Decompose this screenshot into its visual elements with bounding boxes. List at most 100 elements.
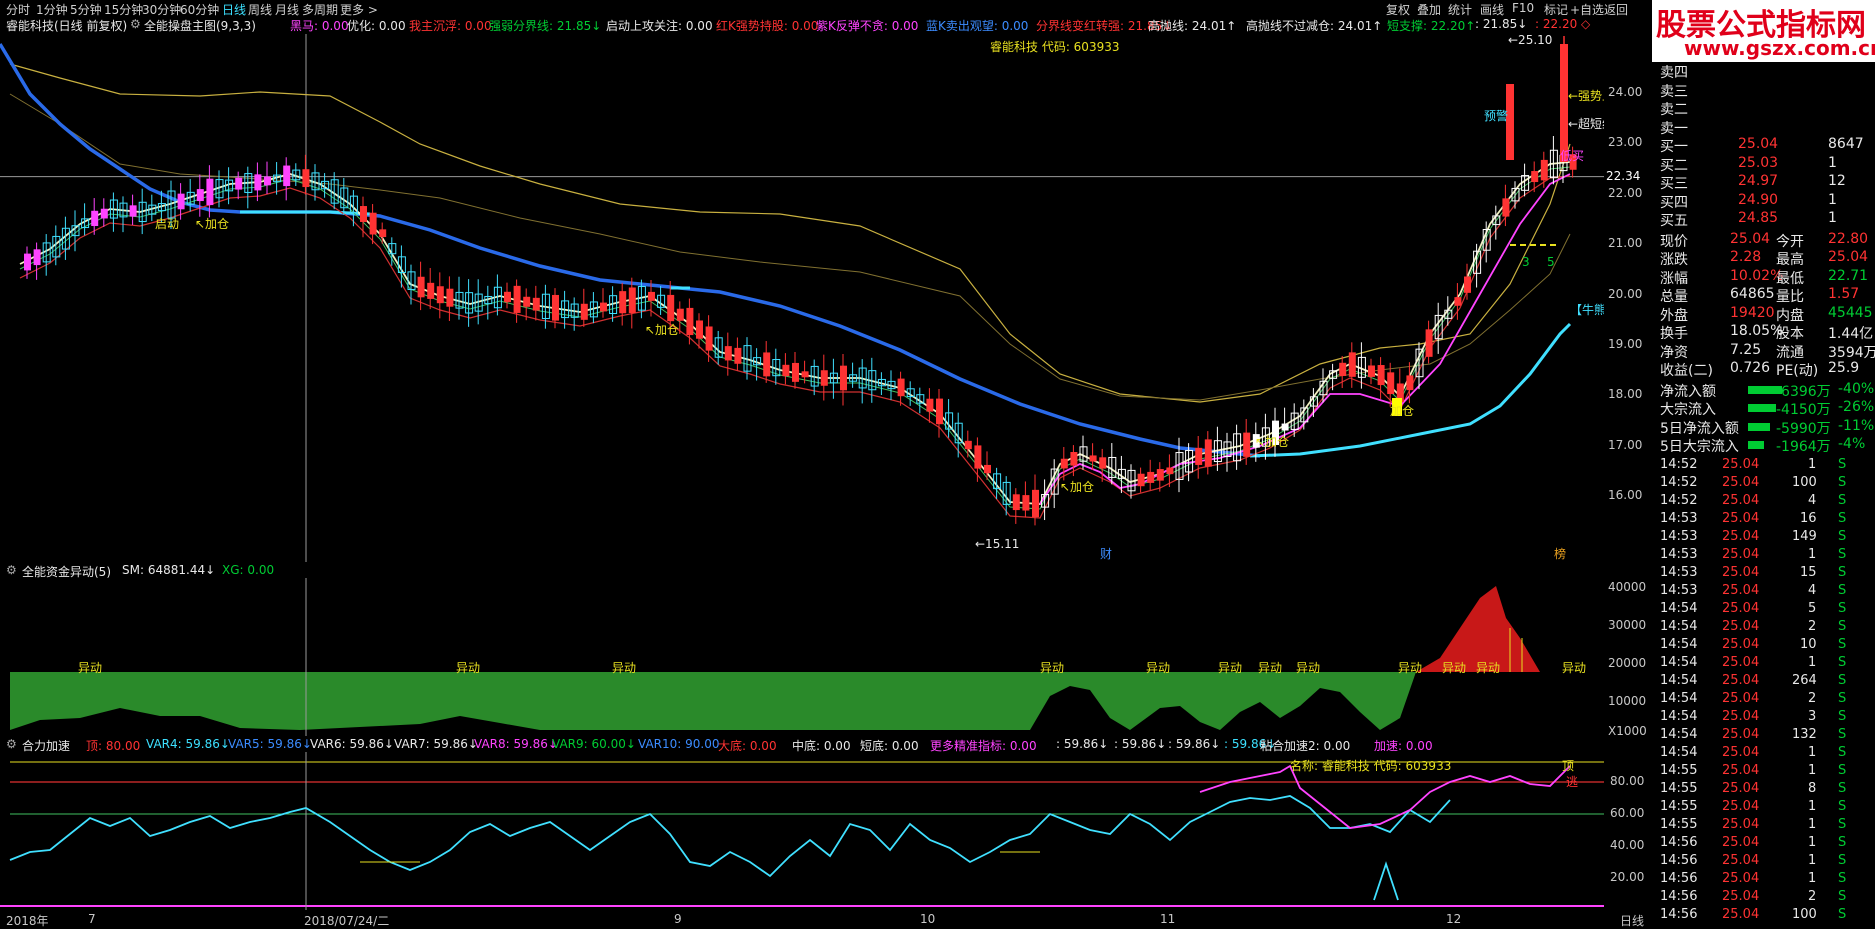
- candle-body: [379, 229, 387, 238]
- trade-volume: 100: [1792, 906, 1817, 922]
- annotation-num-5: 5: [1547, 255, 1555, 269]
- force-name-label: 名称: 睿能科技 代码: 603933: [1290, 758, 1451, 773]
- gear-icon[interactable]: ⚙: [130, 17, 141, 31]
- trade-volume: 8: [1808, 780, 1817, 796]
- toolbar-right-1[interactable]: 叠加: [1417, 1, 1441, 18]
- logo-url: www.gszx.com.cn: [1684, 36, 1875, 60]
- candle-body: [264, 176, 271, 186]
- period-tab-7[interactable]: 周线: [248, 1, 272, 18]
- fund-flow-row: 大宗流入 -4150万 -26%: [1660, 399, 1875, 418]
- trade-time: 14:56: [1660, 888, 1698, 904]
- bid-row: 买四 24.90 1: [1660, 192, 1875, 211]
- candle-body: [1204, 439, 1212, 467]
- stat-value: 25.9: [1828, 360, 1860, 376]
- period-tab-4[interactable]: 30分钟: [142, 1, 181, 18]
- stat-label: 净资: [1660, 344, 1688, 361]
- force-top-label: 顶: [1562, 759, 1574, 773]
- period-tab-6[interactable]: 日线: [222, 1, 246, 18]
- toolbar-right-4[interactable]: F10: [1512, 1, 1534, 15]
- quote-stat-row: 涨跌 2.28 最高 25.04: [1660, 249, 1875, 268]
- gear-icon[interactable]: ⚙: [6, 563, 17, 577]
- tick-trade-row: 14:54 25.04 1 S: [1660, 655, 1875, 673]
- trade-price: 25.04: [1722, 690, 1760, 706]
- period-tab-2[interactable]: 5分钟: [70, 1, 102, 18]
- stat-value: 1.44亿: [1828, 326, 1874, 342]
- flow-percent: -11%: [1838, 417, 1875, 434]
- trade-volume: 1: [1808, 762, 1817, 778]
- trade-price: 25.04: [1722, 618, 1760, 634]
- candle-body: [676, 308, 684, 321]
- trade-price: 25.04: [1722, 762, 1760, 778]
- candle-body: [196, 189, 204, 202]
- candle-body: [1156, 469, 1164, 481]
- trade-volume: 15: [1800, 564, 1817, 580]
- period-tab-8[interactable]: 月线: [275, 1, 299, 18]
- trade-price: 25.04: [1722, 510, 1760, 526]
- trade-side: S: [1838, 618, 1847, 634]
- gear-icon[interactable]: ⚙: [6, 737, 17, 751]
- period-tab-3[interactable]: 15分钟: [104, 1, 143, 18]
- trade-volume: 132: [1792, 726, 1817, 742]
- quote-stat-row: 涨幅 10.02% 最低 22.71: [1660, 268, 1875, 287]
- trade-volume: 100: [1792, 474, 1817, 490]
- trade-time: 14:54: [1660, 708, 1698, 724]
- toolbar-right-0[interactable]: 复权: [1386, 1, 1410, 18]
- period-tab-5[interactable]: 60分钟: [180, 1, 219, 18]
- force-axis: 80.00 60.00 40.00 20.00: [1604, 752, 1652, 910]
- ask-level-name: 卖三: [1660, 83, 1688, 100]
- toolbar-right-2[interactable]: 统计: [1448, 1, 1472, 18]
- flow-bar: [1748, 441, 1764, 449]
- tick-trade-row: 14:56 25.04 1 S: [1660, 835, 1875, 853]
- toolbar-right-3[interactable]: 画线: [1480, 1, 1504, 18]
- bid-price: 25.04: [1738, 136, 1779, 152]
- trade-time: 14:53: [1660, 546, 1698, 562]
- annotation-jiacang: ↖加仓: [195, 217, 229, 231]
- candle-body: [686, 307, 694, 336]
- trade-side: S: [1838, 762, 1847, 778]
- force-value-5: VAR8: 59.86↓: [474, 737, 558, 751]
- toolbar-right-7[interactable]: 返回: [1604, 1, 1628, 18]
- tick-trade-row: 14:55 25.04 1 S: [1660, 763, 1875, 781]
- trade-volume: 149: [1792, 528, 1817, 544]
- price-tick-4: 20.00: [1608, 286, 1643, 301]
- period-tab-1[interactable]: 1分钟: [36, 1, 68, 18]
- trade-side: S: [1838, 816, 1847, 832]
- fund-panel-header: ⚙ 全能资金异动(5) SM: 64881.44↓ XG: 0.00: [0, 562, 1604, 579]
- trade-volume: 1: [1808, 834, 1817, 850]
- stat-value: 7.25: [1730, 341, 1762, 358]
- formula-name[interactable]: 全能操盘主图(9,3,3): [144, 17, 256, 34]
- candle-body: [792, 362, 799, 382]
- trade-time: 14:56: [1660, 906, 1698, 922]
- stat-value: 22.80: [1828, 230, 1869, 247]
- trade-side: S: [1838, 492, 1847, 508]
- candle-body: [1348, 352, 1356, 377]
- fund-tick-0: 40000: [1608, 580, 1647, 594]
- fund-label-yidong: 异动: [1040, 661, 1064, 675]
- tick-trade-row: 14:56 25.04 100 S: [1660, 907, 1875, 925]
- trade-side: S: [1838, 852, 1847, 868]
- trade-time: 14:55: [1660, 798, 1698, 814]
- candle-body: [926, 398, 934, 412]
- fund-axis: 40000 30000 20000 10000 X1000: [1604, 578, 1652, 738]
- trade-price: 25.04: [1722, 546, 1760, 562]
- toolbar-right-5[interactable]: 标记: [1544, 1, 1568, 18]
- toolbar-right-6[interactable]: +自选: [1570, 1, 1604, 18]
- annotation-strong: ←强势上: [1568, 89, 1604, 103]
- tick-trade-row: 14:52 25.04 100 S: [1660, 475, 1875, 493]
- price-tick-2: 22.00: [1608, 185, 1643, 200]
- candle-body: [1339, 362, 1347, 377]
- period-tab-0[interactable]: 分时: [6, 1, 30, 18]
- bid-row: 买三 24.97 12: [1660, 173, 1875, 192]
- candle-body: [1387, 372, 1395, 395]
- stock-title[interactable]: 睿能科技(日线 前复权): [6, 17, 127, 34]
- candle-body: [100, 208, 108, 219]
- fund-flow-chart[interactable]: 异动 异动 异动 异动 异动 异动 异动 异动 异动 异动 异动 异动: [0, 578, 1604, 736]
- quote-stat-row: 总量 64865 量比 1.57: [1660, 286, 1875, 305]
- force-tick-1: 60.00: [1610, 806, 1645, 820]
- candlestick-chart[interactable]: 启动↖加仓↖加仓↖加仓↖加仓加仓←15.11←25.10←强势上←超短线低买预警…: [0, 34, 1604, 562]
- force-indicator-chart[interactable]: 名称: 睿能科技 代码: 603933 顶逃: [0, 752, 1604, 910]
- period-tab-9[interactable]: 多周期: [302, 1, 338, 18]
- flow-value: -4150万: [1776, 402, 1831, 418]
- period-tab-10[interactable]: 更多 >: [340, 1, 378, 18]
- candle-body: [436, 286, 444, 304]
